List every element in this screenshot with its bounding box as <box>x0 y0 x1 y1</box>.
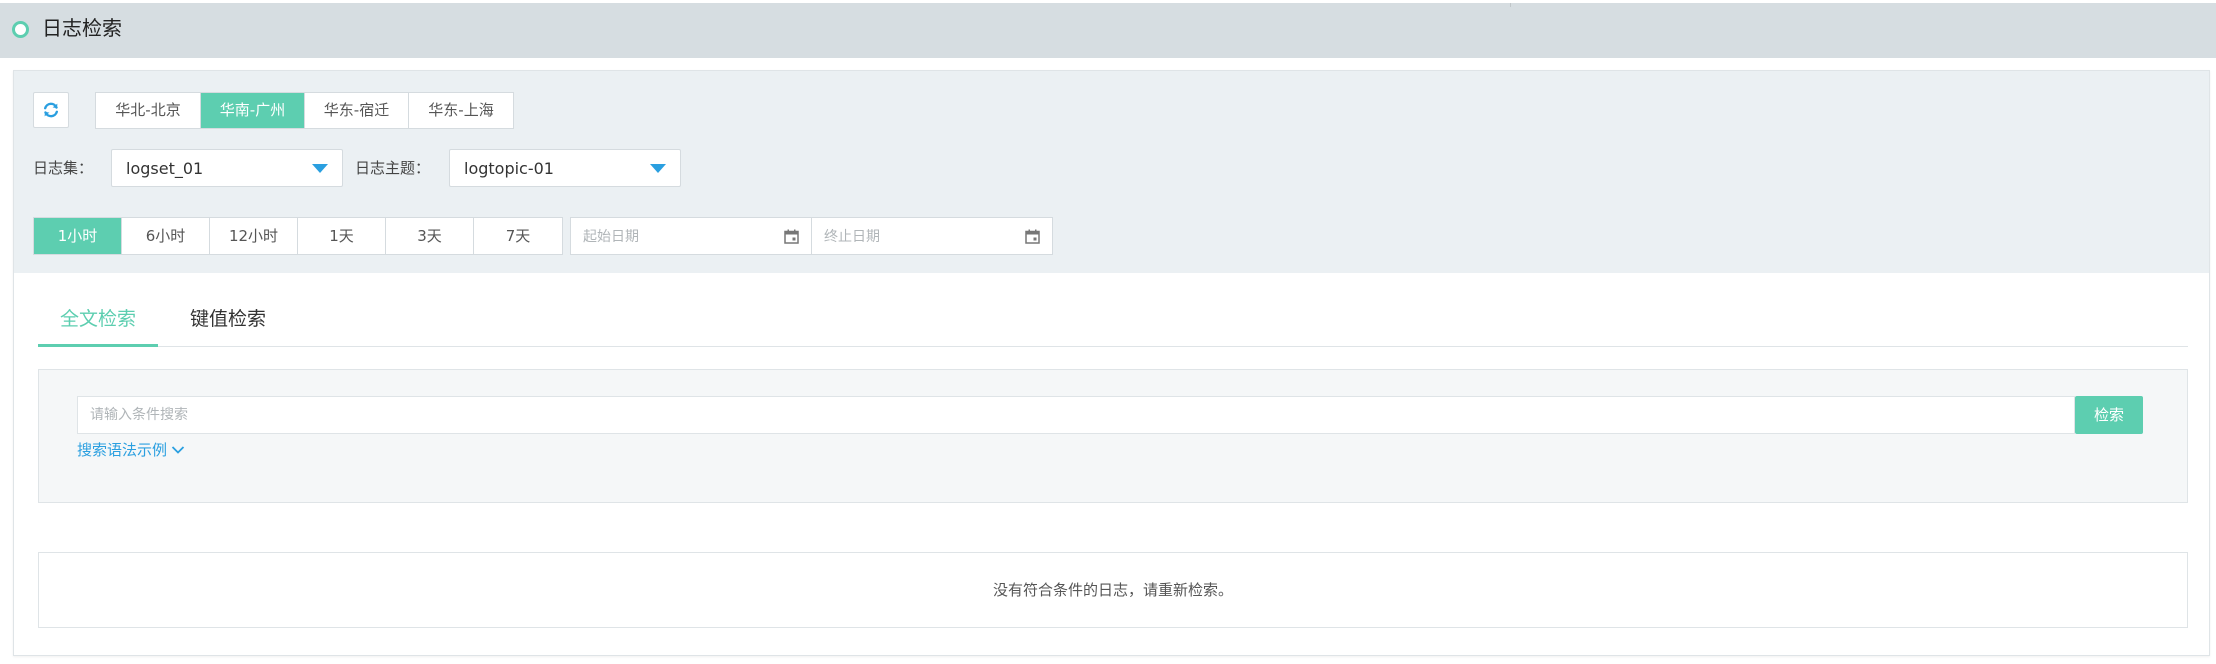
syntax-example-link[interactable]: 搜索语法示例 <box>77 440 185 460</box>
search-box: 请输入条件搜索 检索 搜索语法示例 <box>38 369 2188 503</box>
logtopic-label: 日志主题： <box>355 159 431 177</box>
header-divider <box>1510 3 1511 7</box>
time-12h-button[interactable]: 12小时 <box>210 218 298 254</box>
calendar-icon <box>1025 229 1040 244</box>
region-guangzhou-button[interactable]: 华南-广州 <box>201 93 305 128</box>
refresh-icon <box>44 102 58 118</box>
title-dot-icon <box>12 21 29 38</box>
search-button[interactable]: 检索 <box>2075 396 2143 434</box>
end-date-placeholder: 终止日期 <box>824 229 880 245</box>
search-mode-tabs: 全文检索 键值检索 <box>38 295 2188 347</box>
time-range-selector: 1小时 6小时 12小时 1天 3天 7天 <box>33 217 563 255</box>
calendar-icon <box>784 229 799 244</box>
time-6h-button[interactable]: 6小时 <box>122 218 210 254</box>
chevron-down-icon <box>171 446 185 454</box>
tab-keyvalue-search[interactable]: 键值检索 <box>178 295 278 347</box>
logset-select[interactable]: logset_01 <box>111 149 343 187</box>
logtopic-select[interactable]: logtopic-01 <box>449 149 681 187</box>
chevron-down-icon <box>312 164 328 173</box>
region-selector: 华北-北京 华南-广州 华东-宿迁 华东-上海 <box>95 92 514 129</box>
refresh-button[interactable] <box>33 92 69 128</box>
region-beijing-button[interactable]: 华北-北京 <box>96 93 201 128</box>
time-7d-button[interactable]: 7天 <box>474 218 562 254</box>
region-shanghai-button[interactable]: 华东-上海 <box>409 93 513 128</box>
syntax-example-label: 搜索语法示例 <box>77 441 168 459</box>
results-area: 没有符合条件的日志，请重新检索。 <box>38 552 2188 628</box>
search-input[interactable]: 请输入条件搜索 <box>77 396 2075 434</box>
logset-value: logset_01 <box>126 159 204 178</box>
time-1h-button[interactable]: 1小时 <box>34 218 122 254</box>
time-3d-button[interactable]: 3天 <box>386 218 474 254</box>
filter-area: 华北-北京 华南-广州 华东-宿迁 华东-上海 日志集： logset_01 日… <box>14 71 2209 273</box>
search-placeholder: 请输入条件搜索 <box>90 407 188 423</box>
logset-label: 日志集： <box>33 159 94 177</box>
time-1d-button[interactable]: 1天 <box>298 218 386 254</box>
end-date-input[interactable]: 终止日期 <box>811 217 1053 255</box>
start-date-placeholder: 起始日期 <box>583 229 639 245</box>
region-suqian-button[interactable]: 华东-宿迁 <box>305 93 409 128</box>
page-title: 日志检索 <box>42 16 122 40</box>
page-header: 日志检索 <box>0 0 2216 58</box>
chevron-down-icon <box>650 164 666 173</box>
log-search-panel: 华北-北京 华南-广州 华东-宿迁 华东-上海 日志集： logset_01 日… <box>13 70 2210 656</box>
logtopic-value: logtopic-01 <box>464 159 554 178</box>
tab-fulltext-search[interactable]: 全文检索 <box>38 295 158 347</box>
empty-results-message: 没有符合条件的日志，请重新检索。 <box>992 581 1233 599</box>
start-date-input[interactable]: 起始日期 <box>570 217 812 255</box>
